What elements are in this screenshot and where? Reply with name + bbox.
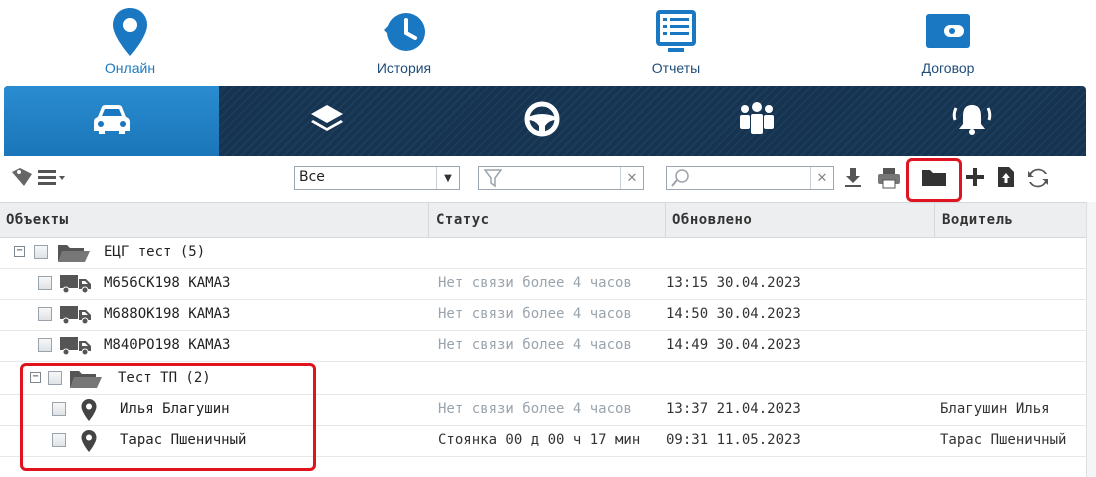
nav-tab-history-label: История <box>376 60 432 76</box>
nav-tab-contract[interactable]: Договор <box>818 0 1078 86</box>
tab-drivers[interactable] <box>434 86 649 156</box>
driver-name: Благушин Илья <box>940 401 1050 417</box>
updated-time: 13:37 21.04.2023 <box>666 401 801 417</box>
wallet-icon <box>922 6 974 62</box>
filter-select[interactable]: Все ▼ <box>294 166 460 190</box>
tag-icon[interactable] <box>10 166 34 192</box>
car-icon <box>90 101 134 141</box>
nav-tab-online-label: Онлайн <box>104 60 156 76</box>
map-pin-icon <box>110 6 150 62</box>
truck-icon <box>58 335 94 361</box>
truck-icon <box>58 273 94 299</box>
nav-tab-reports-label: Отчеты <box>651 60 701 76</box>
row-checkbox[interactable] <box>38 276 52 290</box>
object-name: ЕЦГ тест (5) <box>104 244 206 260</box>
layers-icon <box>307 101 347 141</box>
upload-file-icon[interactable] <box>996 165 1016 193</box>
table-row[interactable]: М840РО198 КАМАЗ Нет связи более 4 часов … <box>0 331 1086 362</box>
table-row[interactable]: М688ОК198 КАМАЗ Нет связи более 4 часов … <box>0 300 1086 331</box>
people-icon <box>735 101 779 141</box>
object-type-bar <box>4 86 1086 156</box>
status-text: Нет связи более 4 часов <box>438 275 632 291</box>
column-header-driver[interactable]: Водитель <box>942 212 1013 228</box>
tab-alerts[interactable] <box>864 86 1079 156</box>
updated-time: 14:50 30.04.2023 <box>666 306 801 322</box>
status-text: Нет связи более 4 часов <box>438 401 632 417</box>
column-divider[interactable] <box>665 203 666 238</box>
table-header: Объекты Статус Обновлено Водитель <box>0 202 1086 238</box>
row-checkbox[interactable] <box>38 307 52 321</box>
search-icon <box>671 168 691 192</box>
clear-filter-icon[interactable]: ✕ <box>620 167 643 189</box>
status-text: Стоянка 00 д 00 ч 17 мин <box>438 432 641 448</box>
folder-open-icon <box>56 241 92 269</box>
status-text: Нет связи более 4 часов <box>438 306 632 322</box>
highlight-folder-button <box>906 158 962 202</box>
filter-field[interactable]: ✕ <box>478 166 644 190</box>
table-row-group[interactable]: − ЕЦГ тест (5) <box>0 238 1086 269</box>
row-checkbox[interactable] <box>38 338 52 352</box>
table-row[interactable]: М656СК198 КАМАЗ Нет связи более 4 часов … <box>0 269 1086 300</box>
column-divider[interactable] <box>934 203 935 238</box>
driver-name: Тарас Пшеничный <box>940 432 1067 448</box>
column-header-objects[interactable]: Объекты <box>6 212 69 228</box>
highlight-group-tt <box>20 363 316 471</box>
column-header-updated[interactable]: Обновлено <box>672 212 752 228</box>
add-icon[interactable] <box>964 166 986 192</box>
alarm-bell-icon <box>950 100 994 142</box>
nav-tab-online[interactable]: Онлайн <box>0 0 260 86</box>
menu-icon[interactable] <box>38 168 66 192</box>
truck-icon <box>58 304 94 330</box>
download-icon[interactable] <box>842 166 864 192</box>
column-header-status[interactable]: Статус <box>436 212 490 228</box>
updated-time: 09:31 11.05.2023 <box>666 432 801 448</box>
top-navigation: Онлайн История Отчеты Договор <box>0 0 1096 86</box>
vertical-scrollbar[interactable] <box>1086 202 1096 477</box>
row-checkbox[interactable] <box>34 245 48 259</box>
filter-select-value: Все <box>299 169 325 185</box>
search-input[interactable]: ✕ <box>666 166 834 190</box>
column-divider[interactable] <box>428 203 429 238</box>
status-text: Нет связи более 4 часов <box>438 337 632 353</box>
object-name: М688ОК198 КАМАЗ <box>104 306 231 322</box>
refresh-icon[interactable] <box>1026 166 1050 194</box>
nav-tab-contract-label: Договор <box>921 60 975 76</box>
updated-time: 14:49 30.04.2023 <box>666 337 801 353</box>
print-icon[interactable] <box>876 166 902 194</box>
tab-vehicles[interactable] <box>4 86 219 156</box>
tab-layers[interactable] <box>219 86 434 156</box>
updated-time: 13:15 30.04.2023 <box>666 275 801 291</box>
steering-wheel-icon <box>523 100 561 142</box>
chevron-down-icon[interactable]: ▼ <box>436 167 459 189</box>
collapse-toggle[interactable]: − <box>14 246 25 257</box>
object-name: М656СК198 КАМАЗ <box>104 275 231 291</box>
clear-search-icon[interactable]: ✕ <box>810 167 833 189</box>
object-name: М840РО198 КАМАЗ <box>104 337 231 353</box>
report-list-icon <box>650 6 702 62</box>
nav-tab-reports[interactable]: Отчеты <box>546 0 806 86</box>
nav-tab-history[interactable]: История <box>274 0 534 86</box>
funnel-icon <box>483 168 503 192</box>
history-icon <box>378 6 430 62</box>
tab-groups[interactable] <box>649 86 864 156</box>
